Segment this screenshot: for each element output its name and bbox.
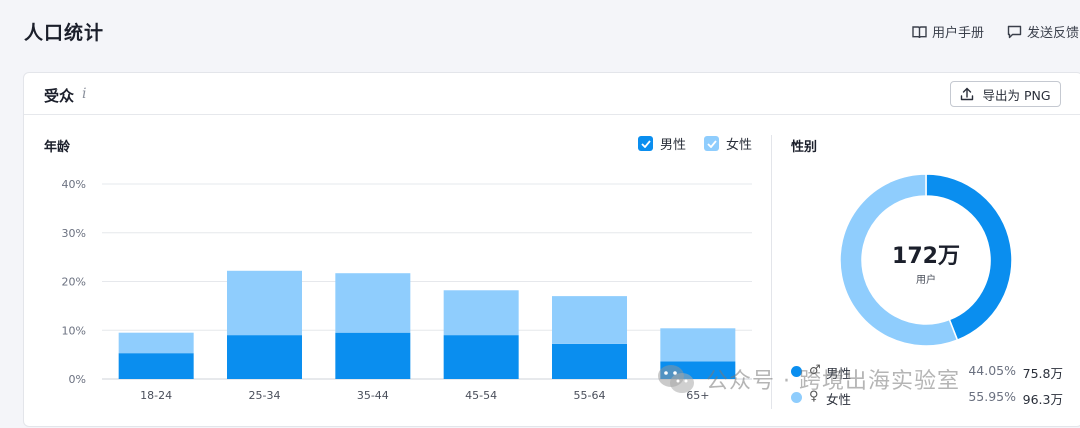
bar-female[interactable] [118,332,194,354]
checkbox-checked-icon [704,136,719,151]
watermark-text: 公众号 · 跨境出海实验室 [706,369,960,394]
export-png-button[interactable]: 导出为 PNG [950,81,1061,107]
legend-male-label: 男性 [660,138,687,153]
upload-icon [961,87,974,101]
y-tick-label: 20% [62,276,86,289]
bar-female[interactable] [660,328,736,362]
bar-female[interactable] [227,270,302,336]
x-tick-label: 45-54 [465,389,497,402]
x-tick-label: 35-44 [357,389,389,402]
bar-male[interactable] [227,335,302,379]
send-feedback-label: 发送反馈 [1027,26,1080,41]
top-bar: 人口统计 用户手册 发送反馈 [0,0,1080,64]
bar-male[interactable] [118,353,194,379]
bar-female[interactable] [335,273,411,333]
gender-section-title: 性别 [791,140,818,155]
checkbox-checked-icon [638,136,653,151]
user-manual-link[interactable]: 用户手册 [912,22,984,41]
y-tick-label: 30% [62,227,86,240]
bar-female[interactable] [443,290,519,336]
y-tick-label: 10% [62,324,86,337]
donut-center: 172万 用户 [876,238,976,286]
age-bar-chart: 0%10%20%30%40%18-24 25-34 35-44 45-54 55-64 6… [62,178,752,402]
page-title: 人口统计 [24,22,105,44]
bar-male[interactable] [335,332,411,379]
legend-female-toggle[interactable]: 女性 [704,134,752,153]
bar-male[interactable] [443,335,519,379]
y-tick-label: 40% [62,178,86,191]
x-tick-label: 18-24 [140,389,172,402]
info-icon[interactable]: i [82,86,86,102]
user-manual-label: 用户手册 [932,26,985,41]
male-count: 75.8万 [1022,366,1063,381]
x-tick-label: 25-34 [249,389,281,402]
bar-female[interactable] [552,296,627,344]
total-users-label: 用户 [916,275,936,286]
male-percent: 44.05% [968,363,1016,378]
send-feedback-link[interactable]: 发送反馈 [1007,22,1079,41]
female-count: 96.3万 [1022,392,1063,407]
export-png-label: 导出为 PNG [982,87,1051,103]
bar-male[interactable] [552,343,627,379]
y-tick-label: 0% [69,373,86,386]
x-tick-label: 55-64 [574,389,606,402]
age-section-title: 年龄 [44,140,71,155]
female-percent: 55.95% [968,389,1016,404]
total-users-value: 172万 [892,244,960,269]
legend-female-label: 女性 [726,138,753,153]
book-icon [912,25,927,38]
watermark: 公众号 · 跨境出海实验室 [656,362,960,396]
card-title: 受众 [44,87,75,105]
legend-male-toggle[interactable]: 男性 [638,134,686,153]
comment-icon [1007,25,1022,38]
card-header: 受众 i 导出为 PNG [24,73,1080,115]
wechat-logo-icon [658,365,694,393]
